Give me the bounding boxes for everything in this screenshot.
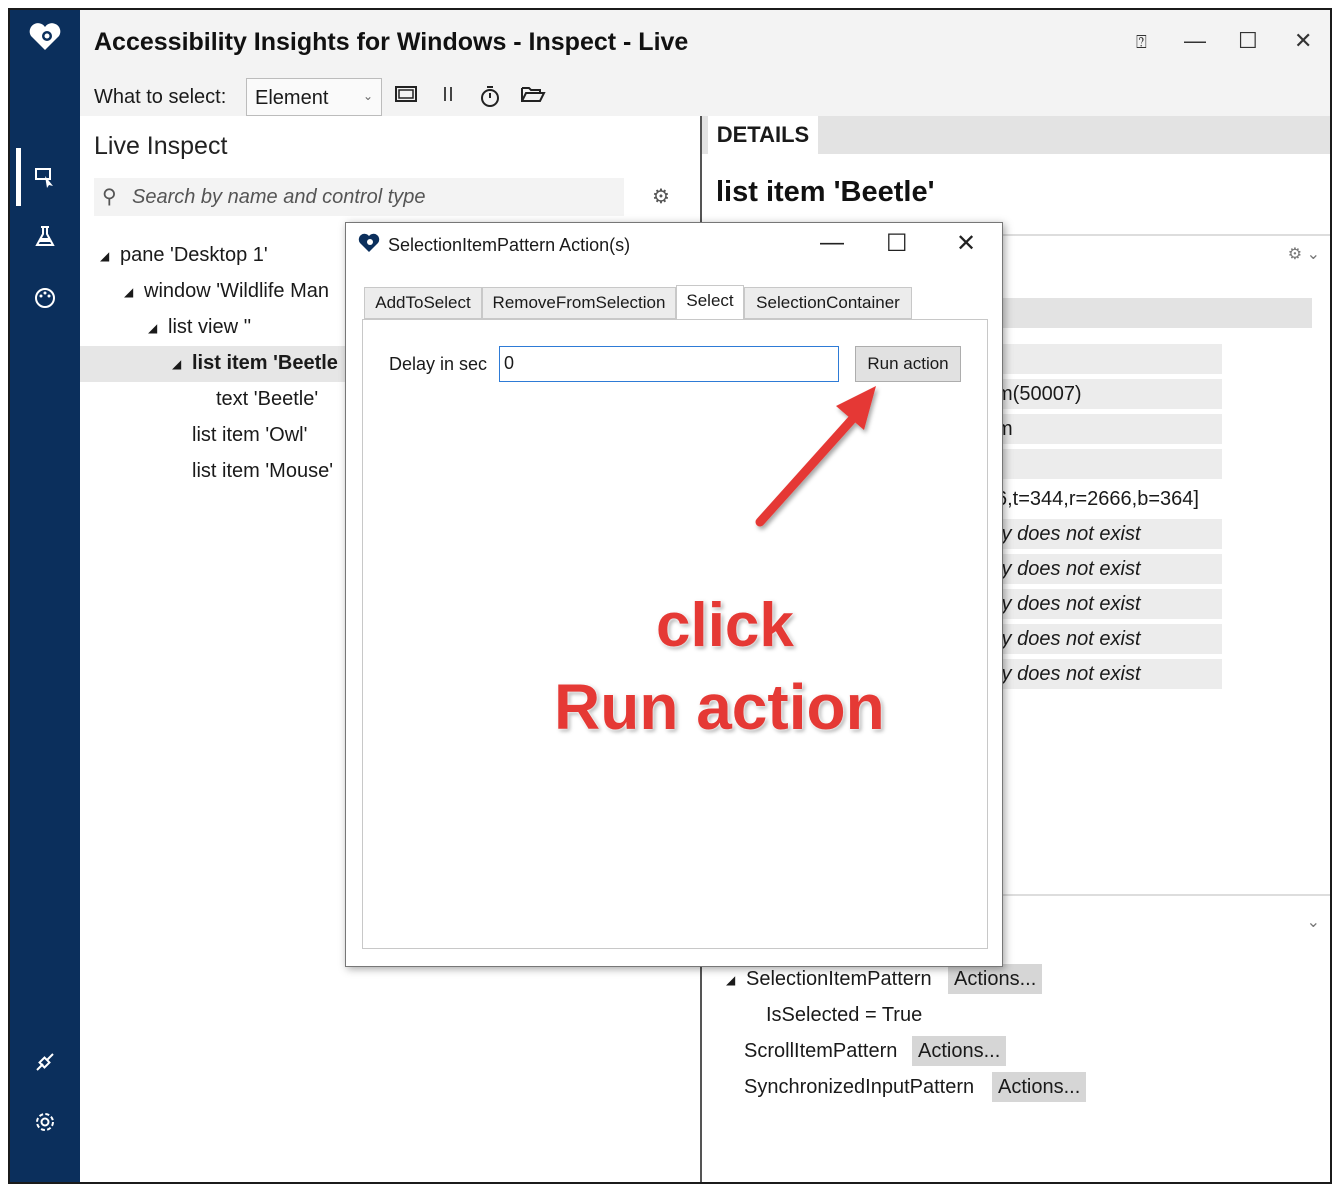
annotation-line1: click xyxy=(656,591,794,660)
annotation-line2: Run action xyxy=(554,671,885,743)
app-window: Accessibility Insights for Windows - Ins… xyxy=(8,8,1332,1184)
